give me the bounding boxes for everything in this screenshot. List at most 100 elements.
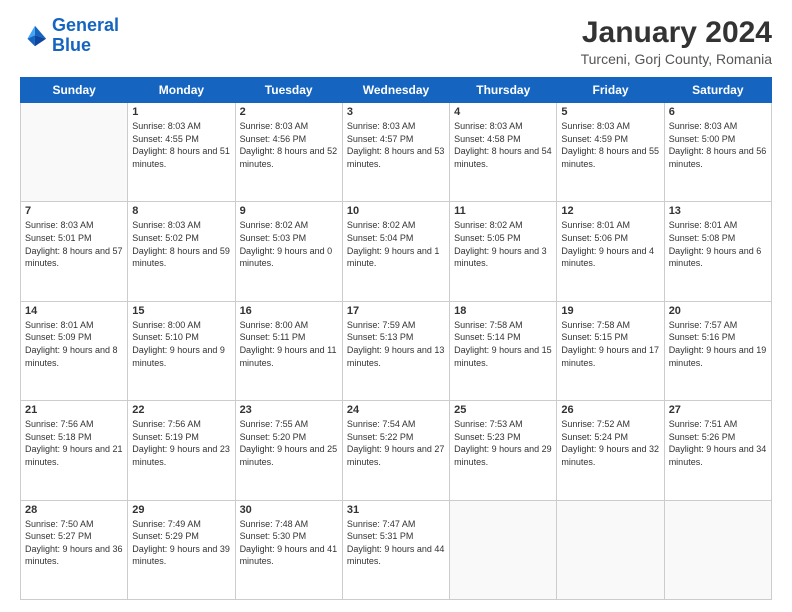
table-row: 24Sunrise: 7:54 AM Sunset: 5:22 PM Dayli… <box>342 401 449 500</box>
table-row: 3Sunrise: 8:03 AM Sunset: 4:57 PM Daylig… <box>342 103 449 202</box>
logo: General Blue <box>20 16 119 56</box>
day-info: Sunrise: 8:03 AM Sunset: 4:56 PM Dayligh… <box>240 120 338 170</box>
header: General Blue January 2024 Turceni, Gorj … <box>20 16 772 67</box>
day-info: Sunrise: 7:56 AM Sunset: 5:18 PM Dayligh… <box>25 418 123 468</box>
day-info: Sunrise: 8:03 AM Sunset: 4:59 PM Dayligh… <box>561 120 659 170</box>
logo-line2: Blue <box>52 35 91 55</box>
table-row: 7 Sunrise: 8:03 AM Sunset: 5:01 PM Daylig… <box>21 202 128 301</box>
day-number: 12 <box>561 205 659 217</box>
calendar-week-1: 7 Sunrise: 8:03 AM Sunset: 5:01 PM Daylig… <box>21 202 772 301</box>
day-number: 16 <box>240 305 338 317</box>
day-number: 21 <box>25 404 123 416</box>
day-number: 17 <box>347 305 445 317</box>
table-row <box>450 500 557 599</box>
day-number: 7 <box>25 205 123 217</box>
day-number: 29 <box>132 504 230 516</box>
table-row: 22 Sunrise: 7:56 AM Sunset: 5:19 PM Dayli… <box>128 401 235 500</box>
calendar-week-4: 28Sunrise: 7:50 AM Sunset: 5:27 PM Dayli… <box>21 500 772 599</box>
day-number: 31 <box>347 504 445 516</box>
header-saturday: Saturday <box>664 78 771 103</box>
table-row: 14 Sunrise: 8:01 AM Sunset: 5:09 PM Dayli… <box>21 301 128 400</box>
table-row <box>664 500 771 599</box>
logo-icon <box>20 22 48 50</box>
logo-text: General Blue <box>52 16 119 56</box>
day-info: Sunrise: 8:01 AM Sunset: 5:09 PM Dayligh… <box>25 319 123 369</box>
day-info: Sunrise: 7:52 AM Sunset: 5:24 PM Dayligh… <box>561 418 659 468</box>
day-info: Sunrise: 8:01 AM Sunset: 5:06 PM Dayligh… <box>561 219 659 269</box>
day-number: 13 <box>669 205 767 217</box>
day-number: 30 <box>240 504 338 516</box>
day-info: Sunrise: 7:54 AM Sunset: 5:22 PM Dayligh… <box>347 418 445 468</box>
table-row: 16 Sunrise: 8:00 AM Sunset: 5:11 PM Dayli… <box>235 301 342 400</box>
logo-line1: General <box>52 15 119 35</box>
table-row: 6Sunrise: 8:03 AM Sunset: 5:00 PM Daylig… <box>664 103 771 202</box>
day-info: Sunrise: 8:00 AM Sunset: 5:11 PM Dayligh… <box>240 319 338 369</box>
day-number: 23 <box>240 404 338 416</box>
day-number: 1 <box>132 106 230 118</box>
day-number: 10 <box>347 205 445 217</box>
table-row: 10 Sunrise: 8:02 AM Sunset: 5:04 PM Dayli… <box>342 202 449 301</box>
table-row: 19 Sunrise: 7:58 AM Sunset: 5:15 PM Dayli… <box>557 301 664 400</box>
day-number: 14 <box>25 305 123 317</box>
day-info: Sunrise: 8:02 AM Sunset: 5:04 PM Dayligh… <box>347 219 445 269</box>
table-row: 2 Sunrise: 8:03 AM Sunset: 4:56 PM Daylig… <box>235 103 342 202</box>
day-number: 2 <box>240 106 338 118</box>
day-info: Sunrise: 7:56 AM Sunset: 5:19 PM Dayligh… <box>132 418 230 468</box>
day-number: 6 <box>669 106 767 118</box>
table-row <box>21 103 128 202</box>
page: General Blue January 2024 Turceni, Gorj … <box>0 0 792 612</box>
calendar-table: Sunday Monday Tuesday Wednesday Thursday… <box>20 77 772 600</box>
day-number: 18 <box>454 305 552 317</box>
subtitle: Turceni, Gorj County, Romania <box>581 51 772 67</box>
table-row: 28Sunrise: 7:50 AM Sunset: 5:27 PM Dayli… <box>21 500 128 599</box>
day-info: Sunrise: 8:01 AM Sunset: 5:08 PM Dayligh… <box>669 219 767 269</box>
day-info: Sunrise: 8:03 AM Sunset: 4:55 PM Dayligh… <box>132 120 230 170</box>
table-row: 5 Sunrise: 8:03 AM Sunset: 4:59 PM Daylig… <box>557 103 664 202</box>
day-info: Sunrise: 8:03 AM Sunset: 4:57 PM Dayligh… <box>347 120 445 170</box>
calendar-week-2: 14 Sunrise: 8:01 AM Sunset: 5:09 PM Dayli… <box>21 301 772 400</box>
day-number: 8 <box>132 205 230 217</box>
header-thursday: Thursday <box>450 78 557 103</box>
table-row <box>557 500 664 599</box>
day-number: 26 <box>561 404 659 416</box>
table-row: 4Sunrise: 8:03 AM Sunset: 4:58 PM Daylig… <box>450 103 557 202</box>
table-row: 21 Sunrise: 7:56 AM Sunset: 5:18 PM Dayli… <box>21 401 128 500</box>
table-row: 23 Sunrise: 7:55 AM Sunset: 5:20 PM Dayli… <box>235 401 342 500</box>
table-row: 8 Sunrise: 8:03 AM Sunset: 5:02 PM Daylig… <box>128 202 235 301</box>
day-number: 5 <box>561 106 659 118</box>
table-row: 13 Sunrise: 8:01 AM Sunset: 5:08 PM Dayli… <box>664 202 771 301</box>
table-row: 17 Sunrise: 7:59 AM Sunset: 5:13 PM Dayli… <box>342 301 449 400</box>
day-info: Sunrise: 7:48 AM Sunset: 5:30 PM Dayligh… <box>240 518 338 568</box>
day-info: Sunrise: 8:00 AM Sunset: 5:10 PM Dayligh… <box>132 319 230 369</box>
main-title: January 2024 <box>581 16 772 49</box>
calendar-week-3: 21 Sunrise: 7:56 AM Sunset: 5:18 PM Dayli… <box>21 401 772 500</box>
day-info: Sunrise: 7:57 AM Sunset: 5:16 PM Dayligh… <box>669 319 767 369</box>
table-row: 30 Sunrise: 7:48 AM Sunset: 5:30 PM Dayli… <box>235 500 342 599</box>
table-row: 26 Sunrise: 7:52 AM Sunset: 5:24 PM Dayli… <box>557 401 664 500</box>
day-info: Sunrise: 8:02 AM Sunset: 5:05 PM Dayligh… <box>454 219 552 269</box>
table-row: 11Sunrise: 8:02 AM Sunset: 5:05 PM Dayli… <box>450 202 557 301</box>
day-info: Sunrise: 7:55 AM Sunset: 5:20 PM Dayligh… <box>240 418 338 468</box>
header-sunday: Sunday <box>21 78 128 103</box>
day-number: 22 <box>132 404 230 416</box>
day-info: Sunrise: 7:49 AM Sunset: 5:29 PM Dayligh… <box>132 518 230 568</box>
day-number: 19 <box>561 305 659 317</box>
title-block: January 2024 Turceni, Gorj County, Roman… <box>581 16 772 67</box>
calendar-week-0: 1 Sunrise: 8:03 AM Sunset: 4:55 PM Daylig… <box>21 103 772 202</box>
table-row: 20Sunrise: 7:57 AM Sunset: 5:16 PM Dayli… <box>664 301 771 400</box>
day-number: 27 <box>669 404 767 416</box>
day-info: Sunrise: 8:03 AM Sunset: 5:01 PM Dayligh… <box>25 219 123 269</box>
day-info: Sunrise: 7:59 AM Sunset: 5:13 PM Dayligh… <box>347 319 445 369</box>
day-info: Sunrise: 8:03 AM Sunset: 5:02 PM Dayligh… <box>132 219 230 269</box>
day-info: Sunrise: 7:51 AM Sunset: 5:26 PM Dayligh… <box>669 418 767 468</box>
day-info: Sunrise: 7:58 AM Sunset: 5:15 PM Dayligh… <box>561 319 659 369</box>
day-number: 15 <box>132 305 230 317</box>
day-info: Sunrise: 7:58 AM Sunset: 5:14 PM Dayligh… <box>454 319 552 369</box>
table-row: 27 Sunrise: 7:51 AM Sunset: 5:26 PM Dayli… <box>664 401 771 500</box>
header-tuesday: Tuesday <box>235 78 342 103</box>
table-row: 12 Sunrise: 8:01 AM Sunset: 5:06 PM Dayli… <box>557 202 664 301</box>
day-info: Sunrise: 8:02 AM Sunset: 5:03 PM Dayligh… <box>240 219 338 269</box>
header-monday: Monday <box>128 78 235 103</box>
day-info: Sunrise: 7:50 AM Sunset: 5:27 PM Dayligh… <box>25 518 123 568</box>
table-row: 15 Sunrise: 8:00 AM Sunset: 5:10 PM Dayli… <box>128 301 235 400</box>
